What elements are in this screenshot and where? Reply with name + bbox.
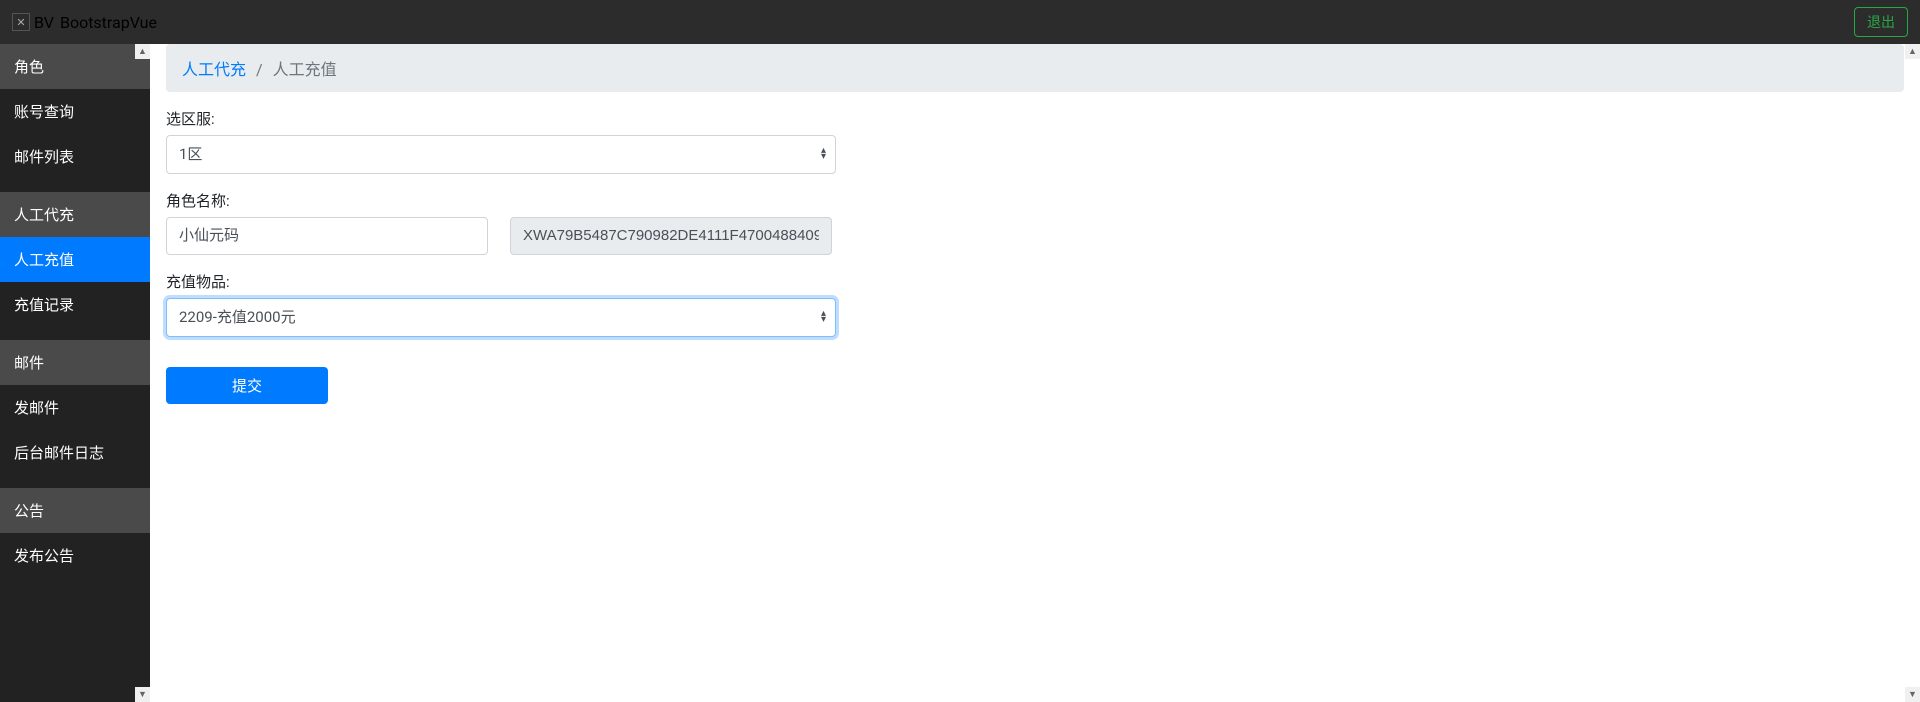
sidebar-item-send-mail[interactable]: 发邮件 xyxy=(0,385,150,430)
breadcrumb-current: 人工充值 xyxy=(273,60,337,79)
breadcrumb-parent[interactable]: 人工代充 xyxy=(182,60,246,79)
content-wrapper: 人工代充 / 人工充值 选区服: 1区 ▴▾ 角色名称: 充值物品: xyxy=(150,44,1920,420)
breadcrumb-separator: / xyxy=(250,60,269,79)
brand-logo-broken: ✕ BV xyxy=(12,13,54,32)
item-select-wrap: 2209-充值2000元 ▴▾ xyxy=(166,298,836,337)
sidebar-item-manual-topup[interactable]: 人工代充 xyxy=(0,192,150,237)
role-name-input[interactable] xyxy=(166,217,488,256)
role-label: 角色名称: xyxy=(166,190,1904,211)
sidebar-spacer xyxy=(0,179,150,192)
logout-button[interactable]: 退出 xyxy=(1854,7,1908,37)
breadcrumb: 人工代充 / 人工充值 xyxy=(166,44,1904,92)
form-group-role: 角色名称: xyxy=(166,190,1904,256)
scroll-up-icon[interactable]: ▲ xyxy=(135,44,150,59)
main-layout: ▲ 角色 账号查询 邮件列表 人工代充 人工充值 充值记录 邮件 发邮件 后台邮… xyxy=(0,44,1920,702)
server-select-wrap: 1区 ▴▾ xyxy=(166,135,836,174)
role-id-readonly xyxy=(510,217,832,256)
item-select[interactable]: 2209-充值2000元 xyxy=(166,298,836,337)
main-content: ▲ 人工代充 / 人工充值 选区服: 1区 ▴▾ 角色名称: xyxy=(150,44,1920,702)
item-label: 充值物品: xyxy=(166,271,1904,292)
server-label: 选区服: xyxy=(166,108,1904,129)
sidebar-item-backend-mail-log[interactable]: 后台邮件日志 xyxy=(0,430,150,475)
scroll-down-icon[interactable]: ▼ xyxy=(135,687,150,702)
brand-text: BootstrapVue xyxy=(60,13,157,32)
sidebar-item-recharge-record[interactable]: 充值记录 xyxy=(0,282,150,327)
sidebar-item-account-query[interactable]: 账号查询 xyxy=(0,89,150,134)
role-row xyxy=(166,217,1904,256)
app-header: ✕ BV BootstrapVue 退出 xyxy=(0,0,1920,44)
sidebar-spacer xyxy=(0,327,150,340)
sidebar-item-mail[interactable]: 邮件 xyxy=(0,340,150,385)
sidebar-item-mail-list[interactable]: 邮件列表 xyxy=(0,134,150,179)
broken-image-icon: ✕ xyxy=(12,13,30,31)
brand-alt-text: BV xyxy=(34,13,54,32)
sidebar-item-publish-announcement[interactable]: 发布公告 xyxy=(0,533,150,578)
server-select[interactable]: 1区 xyxy=(166,135,836,174)
submit-button[interactable]: 提交 xyxy=(166,367,328,404)
brand: ✕ BV BootstrapVue xyxy=(12,13,157,32)
sidebar-item-announcement[interactable]: 公告 xyxy=(0,488,150,533)
form-group-server: 选区服: 1区 ▴▾ xyxy=(166,108,1904,174)
sidebar-item-manual-recharge[interactable]: 人工充值 xyxy=(0,237,150,282)
scroll-up-icon[interactable]: ▲ xyxy=(1905,44,1920,59)
form-group-item: 充值物品: 2209-充值2000元 ▴▾ xyxy=(166,271,1904,337)
scroll-down-icon[interactable]: ▼ xyxy=(1905,687,1920,702)
sidebar: ▲ 角色 账号查询 邮件列表 人工代充 人工充值 充值记录 邮件 发邮件 后台邮… xyxy=(0,44,150,702)
sidebar-spacer xyxy=(0,475,150,488)
sidebar-item-role[interactable]: 角色 xyxy=(0,44,150,89)
